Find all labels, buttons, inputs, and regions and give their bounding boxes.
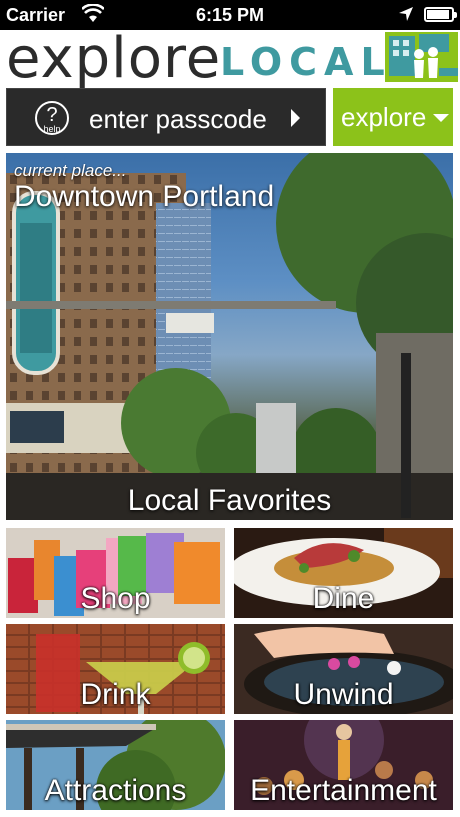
category-tile-entertainment[interactable]: Entertainment [234, 720, 453, 810]
help-label: help [43, 124, 61, 134]
category-tile-attractions[interactable]: Attractions [6, 720, 225, 810]
brand-word-local: LOCAL [220, 40, 392, 84]
status-time: 6:15 PM [195, 5, 265, 25]
app-header: explore LOCAL [0, 26, 460, 91]
local-favorites-label: Local Favorites [127, 484, 332, 517]
category-label-dine: Dine [312, 582, 375, 615]
help-button[interactable]: ? help [35, 101, 69, 135]
chevron-right-icon [291, 109, 300, 127]
category-label-shop: Shop [80, 582, 151, 615]
category-label-drink: Drink [80, 678, 151, 711]
battery-icon [424, 7, 457, 22]
brand-logo-art [385, 32, 458, 82]
help-icon: ? [46, 104, 58, 126]
location-arrow-icon [399, 7, 413, 21]
chevron-down-icon [433, 114, 449, 122]
top-toolbar: ? help enter passcode explore [0, 88, 460, 148]
category-tile-unwind[interactable]: Unwind [234, 624, 453, 714]
category-tile-drink[interactable]: Drink [6, 624, 225, 714]
category-label-attractions: Attractions [44, 774, 187, 807]
category-label-unwind: Unwind [293, 678, 394, 711]
passcode-label: enter passcode [89, 104, 267, 134]
category-tile-dine[interactable]: Dine [234, 528, 453, 618]
brand-word-explore: explore [6, 26, 222, 91]
category-label-entertainment: Entertainment [250, 774, 437, 807]
category-tile-shop[interactable]: Shop [6, 528, 225, 618]
explore-label: explore [341, 102, 427, 132]
enter-passcode-button[interactable]: ? help enter passcode [6, 88, 326, 146]
local-favorites-card[interactable]: current place... Downtown Portland Local… [6, 153, 453, 520]
current-place-label: current place... [14, 161, 127, 180]
explore-dropdown-button[interactable]: explore [333, 88, 453, 146]
current-place-name: Downtown Portland [14, 180, 275, 213]
